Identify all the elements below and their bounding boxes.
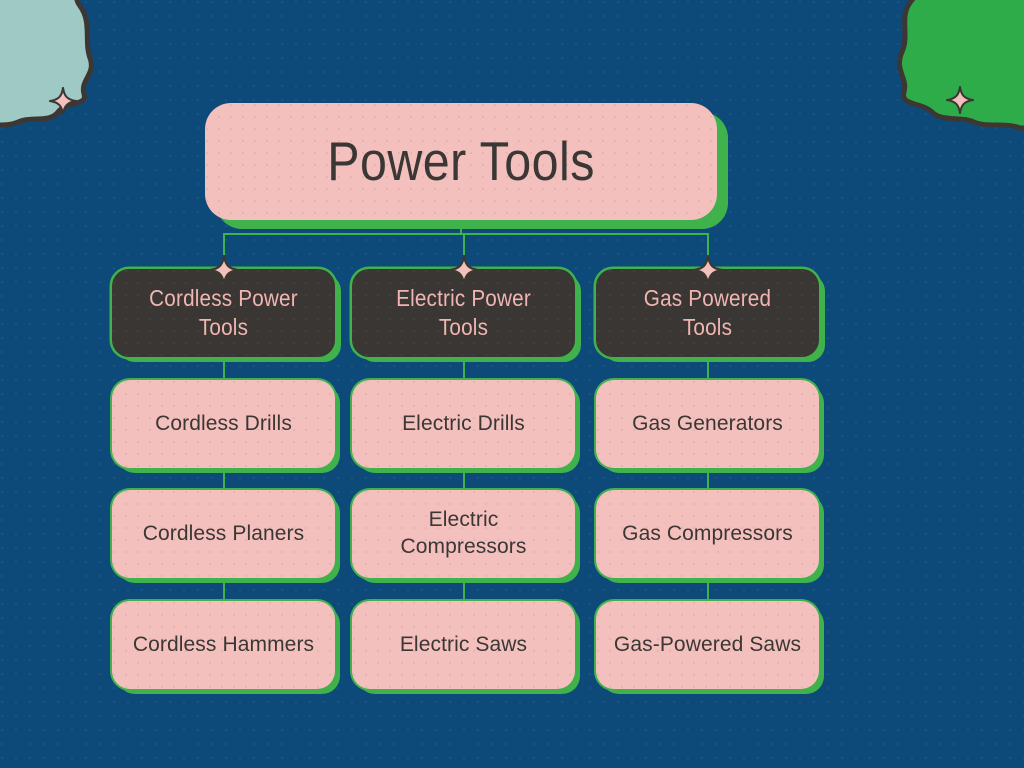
leaf-node-label: Cordless Drills <box>155 411 292 435</box>
leaf-node-label: Electric Compressors <box>400 508 527 558</box>
connector-branch-3-drop <box>707 233 709 269</box>
leaf-node-electric-saws[interactable]: Electric Saws <box>352 601 575 689</box>
leaf-node-electric-drills[interactable]: Electric Drills <box>352 380 575 468</box>
leaf-node-gas-powered-saws[interactable]: Gas-Powered Saws <box>596 601 819 689</box>
leaf-node-gas-generators[interactable]: Gas Generators <box>596 380 819 468</box>
leaf-node-cordless-drills[interactable]: Cordless Drills <box>112 380 335 468</box>
leaf-node-label: Electric Drills <box>402 411 525 435</box>
branch-heading-cordless-power-tools[interactable]: Cordless Power Tools <box>112 269 335 357</box>
decorative-blob-top-left <box>0 0 178 151</box>
root-node-power-tools[interactable]: Power Tools <box>205 103 717 220</box>
leaf-node-label: Cordless Hammers <box>132 632 315 656</box>
leaf-node-label: Gas Generators <box>632 411 783 435</box>
leaf-node-label: Gas Compressors <box>622 521 793 545</box>
leaf-node-cordless-planers[interactable]: Cordless Planers <box>112 490 335 578</box>
connector-root-stem <box>460 220 462 234</box>
diagram-canvas: Power Tools Cordless Power Tools Electri… <box>0 0 1024 768</box>
connector-branch-1-drop <box>223 233 225 269</box>
branch-heading-label: Cordless Power Tools <box>149 284 298 340</box>
root-node-label: Power Tools <box>327 130 595 193</box>
leaf-node-label: Cordless Planers <box>142 521 305 545</box>
branch-heading-label: Gas Powered Tools <box>643 284 772 340</box>
leaf-node-cordless-hammers[interactable]: Cordless Hammers <box>112 601 335 689</box>
leaf-node-label: Electric Saws <box>399 632 528 656</box>
branch-heading-electric-power-tools[interactable]: Electric Power Tools <box>352 269 575 357</box>
connector-root-bar <box>223 233 708 235</box>
connector-branch-2-drop <box>463 233 465 269</box>
leaf-node-electric-compressors[interactable]: Electric Compressors <box>352 490 575 578</box>
branch-heading-gas-powered-tools[interactable]: Gas Powered Tools <box>596 269 819 357</box>
four-point-star-icon <box>945 85 975 119</box>
decorative-blob-top-right <box>864 0 1024 149</box>
leaf-node-gas-compressors[interactable]: Gas Compressors <box>596 490 819 578</box>
leaf-node-label: Gas-Powered Saws <box>613 632 802 656</box>
four-point-star-icon <box>48 86 78 120</box>
branch-heading-label: Electric Power Tools <box>396 284 531 340</box>
